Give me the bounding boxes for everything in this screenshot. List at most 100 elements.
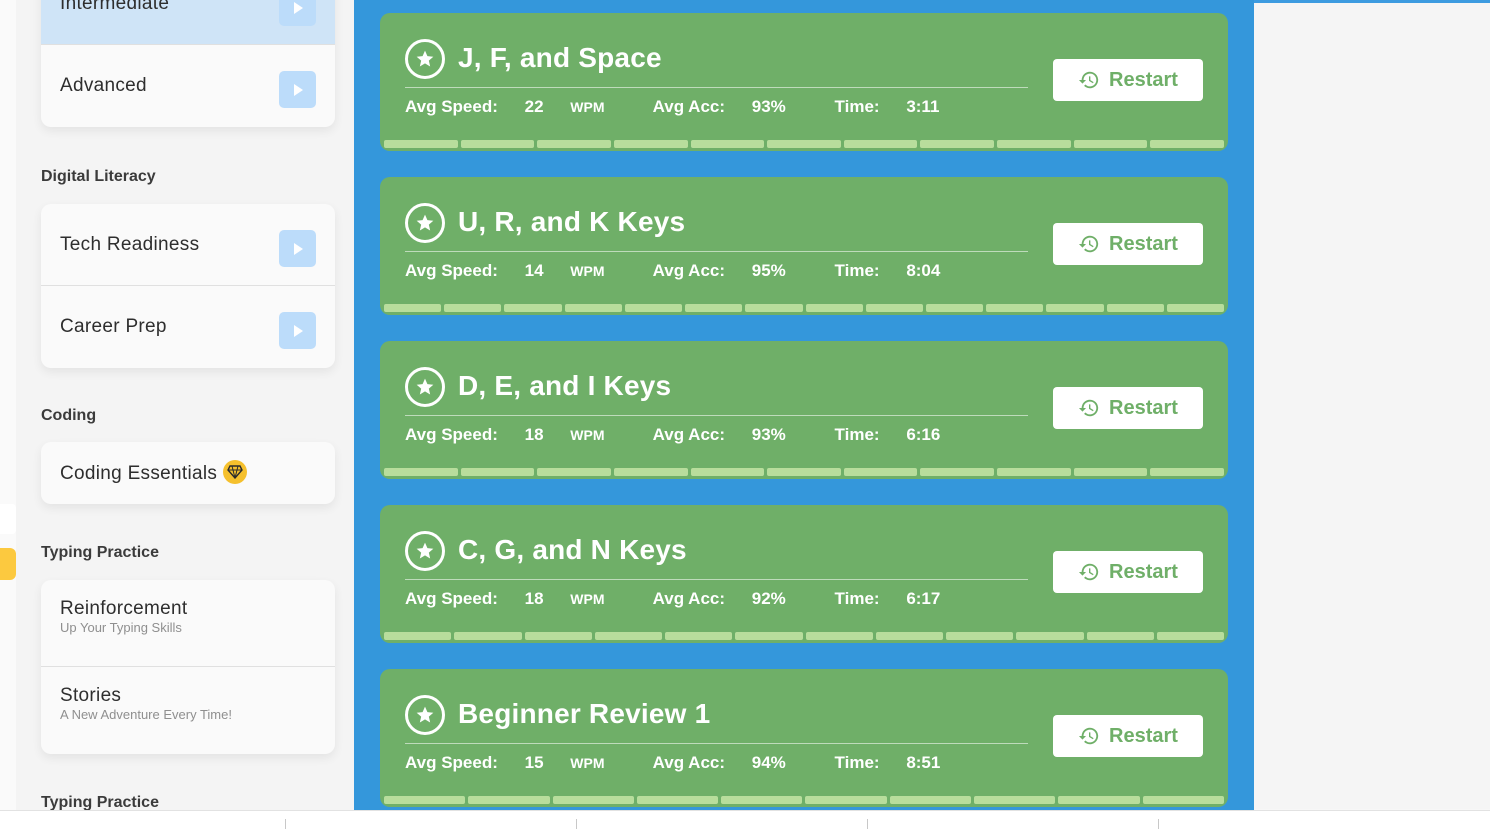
progress-segment: [997, 140, 1071, 148]
progress-bar: [384, 468, 1225, 476]
progress-segment: [1073, 140, 1148, 148]
progress-segment: [889, 796, 972, 804]
progress-segment: [460, 468, 535, 476]
course-item-intermediate[interactable]: Intermediate: [41, 0, 335, 45]
progress-segment: [767, 468, 841, 476]
history-icon: [1078, 71, 1099, 89]
restart-button[interactable]: Restart: [1053, 387, 1203, 429]
speed-value: 18: [524, 589, 544, 608]
course-item-label: Coding Essentials: [60, 463, 218, 485]
progress-bar: [384, 796, 1224, 804]
speed-value: 15: [524, 753, 544, 772]
time-label: Time:: [834, 425, 880, 444]
progress-segment: [805, 304, 863, 312]
play-button[interactable]: [279, 230, 316, 267]
progress-segment: [925, 304, 984, 312]
restart-button[interactable]: Restart: [1053, 551, 1203, 593]
divider: [405, 579, 1028, 580]
lesson-stats: Avg Speed: 14 WPM Avg Acc: 95% Time: 8:0…: [405, 261, 984, 281]
lesson-card[interactable]: J, F, and Space Avg Speed: 22 WPM Avg Ac…: [380, 13, 1228, 151]
progress-segment: [468, 796, 550, 804]
progress-segment: [537, 468, 611, 476]
progress-segment: [875, 632, 943, 640]
progress-segment: [384, 632, 452, 640]
progress-segment: [1073, 468, 1148, 476]
progress-segment: [690, 468, 765, 476]
accuracy-value: 93%: [751, 97, 786, 116]
progress-segment: [624, 304, 683, 312]
speed-value: 18: [524, 425, 544, 444]
course-item-career-prep[interactable]: Career Prep: [41, 286, 335, 368]
play-button[interactable]: [279, 71, 316, 108]
speed-unit: WPM: [570, 263, 605, 279]
lesson-card[interactable]: U, R, and K Keys Avg Speed: 14 WPM Avg A…: [380, 177, 1228, 315]
progress-bar: [384, 140, 1225, 148]
progress-segment: [636, 796, 719, 804]
progress-segment: [564, 304, 622, 312]
speed-unit: WPM: [570, 427, 605, 443]
restart-label: Restart: [1109, 396, 1178, 419]
accuracy-label: Avg Acc:: [652, 425, 726, 444]
progress-segment: [594, 632, 662, 640]
speed-label: Avg Speed:: [405, 97, 498, 116]
course-item-subtitle: Up Your Typing Skills: [60, 620, 182, 635]
star-icon: [405, 39, 445, 79]
progress-segment: [665, 632, 733, 640]
lesson-stats: Avg Speed: 18 WPM Avg Acc: 93% Time: 6:1…: [405, 425, 984, 445]
time-label: Time:: [834, 589, 880, 608]
course-item-label: Reinforcement: [60, 598, 188, 619]
restart-button[interactable]: Restart: [1053, 715, 1203, 757]
lesson-title: D, E, and I Keys: [458, 370, 672, 401]
lesson-stats: Avg Speed: 22 WPM Avg Acc: 93% Time: 3:1…: [405, 97, 983, 117]
time-value: 3:11: [906, 97, 940, 116]
speed-label: Avg Speed:: [405, 425, 498, 444]
speed-unit: WPM: [570, 99, 605, 115]
star-icon: [405, 695, 445, 735]
progress-segment: [1058, 796, 1140, 804]
course-item-label: Intermediate: [60, 0, 170, 14]
progress-segment: [384, 304, 442, 312]
progress-segment: [721, 796, 803, 804]
progress-segment: [946, 632, 1014, 640]
progress-segment: [1156, 632, 1224, 640]
left-rail-tab[interactable]: [0, 504, 16, 534]
lesson-title: C, G, and N Keys: [458, 534, 687, 565]
progress-segment: [690, 140, 765, 148]
lesson-title: Beginner Review 1: [458, 698, 711, 729]
restart-button[interactable]: Restart: [1053, 59, 1203, 101]
divider-tick: [576, 819, 577, 829]
lesson-list: J, F, and Space Avg Speed: 22 WPM Avg Ac…: [354, 0, 1254, 810]
lesson-card[interactable]: Beginner Review 1 Avg Speed: 15 WPM Avg …: [380, 669, 1228, 807]
progress-segment: [524, 632, 592, 640]
progress-segment: [1166, 304, 1225, 312]
left-rail-active-tab[interactable]: [0, 548, 16, 580]
progress-segment: [920, 140, 995, 148]
time-label: Time:: [834, 261, 880, 280]
course-item-stories[interactable]: Stories A New Adventure Every Time!: [41, 667, 335, 754]
progress-bar: [384, 304, 1225, 312]
accuracy-label: Avg Acc:: [652, 589, 726, 608]
accuracy-value: 95%: [751, 261, 786, 280]
course-item-coding-essentials[interactable]: Coding Essentials: [41, 442, 335, 504]
course-item-advanced[interactable]: Advanced: [41, 45, 335, 127]
speed-unit: WPM: [570, 591, 605, 607]
progress-segment: [444, 304, 502, 312]
progress-segment: [384, 140, 458, 148]
restart-button[interactable]: Restart: [1053, 223, 1203, 265]
speed-label: Avg Speed:: [405, 261, 498, 280]
lesson-card[interactable]: D, E, and I Keys Avg Speed: 18 WPM Avg A…: [380, 341, 1228, 479]
lesson-card[interactable]: C, G, and N Keys Avg Speed: 18 WPM Avg A…: [380, 505, 1228, 643]
course-group-typing-levels: Intermediate Advanced: [41, 0, 335, 127]
progress-segment: [1142, 796, 1224, 804]
play-button[interactable]: [279, 312, 316, 349]
course-item-reinforcement[interactable]: Reinforcement Up Your Typing Skills: [41, 580, 335, 667]
course-item-tech-readiness[interactable]: Tech Readiness: [41, 204, 335, 286]
accuracy-value: 92%: [751, 589, 786, 608]
play-button[interactable]: [279, 0, 316, 26]
course-group-typing-practice: Reinforcement Up Your Typing Skills Stor…: [41, 580, 335, 754]
accuracy-label: Avg Acc:: [652, 261, 726, 280]
divider: [405, 743, 1028, 744]
progress-bar: [384, 632, 1224, 640]
left-rail: [0, 0, 16, 810]
divider: [405, 87, 1028, 88]
